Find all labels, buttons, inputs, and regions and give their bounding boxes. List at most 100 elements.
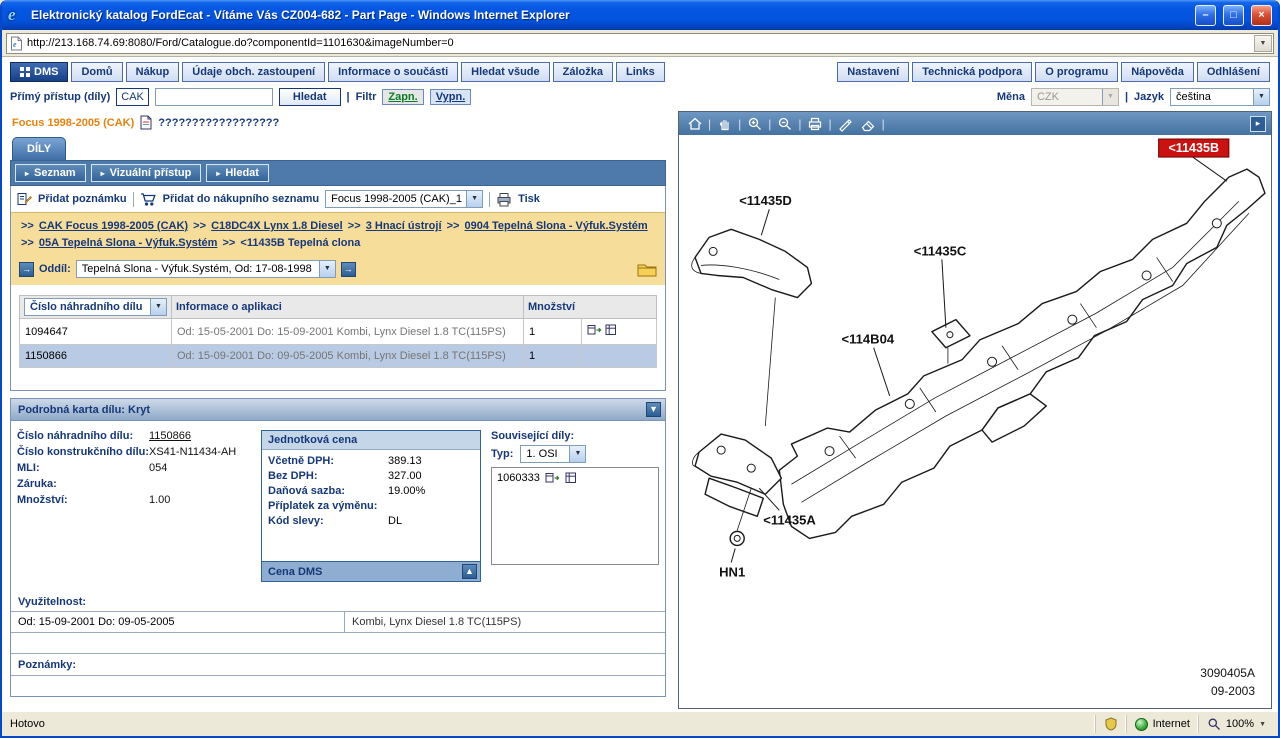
zoom-in-icon[interactable]: [744, 114, 765, 133]
part-shape-11435B[interactable]: [779, 169, 1265, 538]
diagram-label-114B04[interactable]: <114B04: [842, 332, 895, 347]
shopping-list-select[interactable]: Focus 1998-2005 (CAK)_1 ▼: [325, 190, 483, 208]
maximize-button[interactable]: □: [1223, 5, 1244, 26]
nav-dms-button[interactable]: DMS: [10, 62, 68, 82]
tab-parts[interactable]: DÍLY: [12, 137, 66, 160]
catalogue-code-box: CAK: [116, 88, 149, 106]
zoom-out-icon[interactable]: [774, 114, 795, 133]
related-part-number[interactable]: 1060333: [497, 472, 540, 484]
pan-hand-icon[interactable]: [714, 114, 735, 133]
chevron-down-icon[interactable]: ▼: [1259, 721, 1266, 728]
view-visual-button[interactable]: ▸Vizuální přístup: [91, 164, 202, 182]
vin-placeholder[interactable]: ??????????????????: [158, 117, 279, 129]
nav-part-info-button[interactable]: Informace o součásti: [328, 62, 458, 82]
part-number-link[interactable]: 1150866: [149, 430, 191, 442]
measure-pencil-icon[interactable]: [835, 114, 856, 133]
direct-access-input[interactable]: [155, 88, 273, 106]
nav-dealer-data-button[interactable]: Údaje obch. zastoupení: [182, 62, 325, 82]
view-search-button[interactable]: ▸Hledat: [206, 164, 269, 182]
filter-on-toggle[interactable]: Zapn.: [382, 89, 423, 105]
row-grid-icon[interactable]: [605, 324, 617, 336]
mli-label: MLI:: [17, 462, 149, 474]
engineering-number-value: XS41-N11434-AH: [149, 446, 236, 458]
diagram-label-11435C[interactable]: <11435C: [914, 243, 967, 258]
diagram-label-HN1[interactable]: HN1: [719, 565, 745, 580]
dms-price-label: Cena DMS: [268, 566, 322, 578]
nav-support-button[interactable]: Technická podpora: [912, 62, 1032, 82]
nav-settings-button[interactable]: Nastavení: [837, 62, 909, 82]
row-grid-icon[interactable]: [565, 472, 577, 484]
chevron-down-icon[interactable]: ▼: [466, 191, 482, 207]
parts-table: Číslo náhradního dílu ▼ Informace o apli…: [19, 295, 657, 368]
expand-dms-price-button[interactable]: ▲: [462, 564, 477, 579]
print-link[interactable]: Tisk: [518, 193, 540, 205]
diagram-label-11435D[interactable]: <11435D: [739, 193, 792, 208]
document-icon[interactable]: [140, 115, 152, 130]
collapse-card-button[interactable]: ▼: [646, 402, 661, 417]
url-box[interactable]: e http://213.168.74.69:8080/Ford/Catalog…: [6, 33, 1274, 54]
section-select[interactable]: Tepelná Slona - Výfuk.Systém, Od: 17-08-…: [76, 260, 336, 278]
section-go-button[interactable]: →: [341, 262, 356, 277]
quantity-cell: 1: [524, 345, 582, 368]
close-button[interactable]: ×: [1251, 5, 1272, 26]
breadcrumb-link-catalogue[interactable]: CAK Focus 1998-2005 (CAK): [39, 220, 188, 232]
minimize-button[interactable]: –: [1195, 5, 1216, 26]
breadcrumb-link-section[interactable]: 05A Tepelná Slona - Výfuk.Systém: [39, 237, 218, 249]
add-note-icon[interactable]: [17, 192, 32, 206]
part-number-label: Číslo náhradního dílu:: [17, 430, 149, 442]
table-row-1150866-selected[interactable]: 1150866 Od: 15-09-2001 Do: 09-05-2005 Ko…: [20, 345, 657, 368]
chevron-down-icon[interactable]: ▼: [319, 261, 335, 277]
folder-icon[interactable]: [637, 262, 657, 277]
language-select[interactable]: čeština ▼: [1170, 88, 1270, 106]
part-column-select[interactable]: Číslo náhradního dílu ▼: [24, 298, 167, 316]
search-button[interactable]: Hledat: [279, 88, 341, 106]
add-to-shopping-list-link[interactable]: Přidat do nákupního seznamu: [163, 193, 319, 205]
diagram-label-11435A[interactable]: <11435A: [763, 512, 816, 527]
chevron-down-icon[interactable]: ▼: [569, 446, 585, 462]
home-icon[interactable]: [684, 114, 705, 133]
add-row-to-list-icon[interactable]: [587, 324, 602, 336]
related-type-select[interactable]: 1. OSI ▼: [520, 445, 586, 463]
highlighted-part-label[interactable]: <11435B: [1159, 139, 1229, 157]
add-note-link[interactable]: Přidat poznámku: [38, 193, 127, 205]
add-row-to-list-icon[interactable]: [545, 472, 560, 484]
breadcrumb-link-group[interactable]: 3 Hnací ústrojí: [366, 220, 442, 232]
print-icon[interactable]: [496, 192, 512, 207]
print-image-icon[interactable]: [805, 114, 826, 133]
nav-search-all-button[interactable]: Hledat všude: [461, 62, 549, 82]
application-info-cell: Od: 15-09-2001 Do: 09-05-2005 Kombi, Lyn…: [172, 345, 524, 368]
table-row-1094647[interactable]: 1094647 Od: 15-05-2001 Do: 15-09-2001 Ko…: [20, 319, 657, 345]
diagram-canvas[interactable]: <11435D <11435C <114B04 <11435A HN1 <114…: [679, 135, 1271, 708]
section-prev-button[interactable]: →: [19, 262, 34, 277]
quick-access-bar: Přímý přístup (díly) CAK Hledat | Filtr …: [2, 85, 1278, 110]
application-info-cell: Od: 15-05-2001 Do: 15-09-2001 Kombi, Lyn…: [172, 319, 524, 345]
url-dropdown-button[interactable]: ▼: [1254, 35, 1272, 52]
part-number-cell[interactable]: 1150866: [20, 345, 172, 368]
nav-links-button[interactable]: Links: [616, 62, 665, 82]
nav-bookmark-button[interactable]: Záložka: [553, 62, 613, 82]
nav-logout-button[interactable]: Odhlášení: [1197, 62, 1270, 82]
nav-help-button[interactable]: Nápověda: [1121, 62, 1194, 82]
filter-off-toggle[interactable]: Vypn.: [430, 89, 472, 105]
next-image-button[interactable]: ▸: [1250, 116, 1266, 132]
eraser-icon[interactable]: [858, 114, 879, 133]
url-text[interactable]: http://213.168.74.69:8080/Ford/Catalogue…: [27, 37, 1250, 49]
chevron-down-icon[interactable]: ▼: [1253, 89, 1269, 105]
parts-diagram: <11435D <11435C <114B04 <11435A HN1 <114…: [679, 135, 1271, 708]
cart-icon[interactable]: [140, 192, 157, 207]
vehicle-model-label: Focus 1998-2005 (CAK): [12, 117, 134, 129]
nav-home-button[interactable]: Domů: [71, 62, 122, 82]
nav-about-button[interactable]: O programu: [1035, 62, 1118, 82]
warranty-label: Záruka:: [17, 478, 149, 490]
part-number-cell[interactable]: 1094647: [20, 319, 172, 345]
security-zone[interactable]: Internet: [1126, 715, 1198, 733]
nav-purchase-button[interactable]: Nákup: [126, 62, 180, 82]
part-shape-11435D[interactable]: [695, 229, 811, 297]
chevron-down-icon[interactable]: ▼: [150, 299, 166, 315]
view-list-button[interactable]: ▸Seznam: [15, 164, 86, 182]
part-detail-header: Podrobná karta dílu: Kryt ▼: [11, 399, 665, 421]
breadcrumb-link-subgroup[interactable]: 0904 Tepelná Slona - Výfuk.Systém: [464, 220, 647, 232]
main-nav-right: Nastavení Technická podpora O programu N…: [837, 62, 1270, 82]
zoom-control[interactable]: 100% ▼: [1198, 715, 1274, 733]
breadcrumb-link-engine[interactable]: C18DC4X Lynx 1.8 Diesel: [211, 220, 343, 232]
